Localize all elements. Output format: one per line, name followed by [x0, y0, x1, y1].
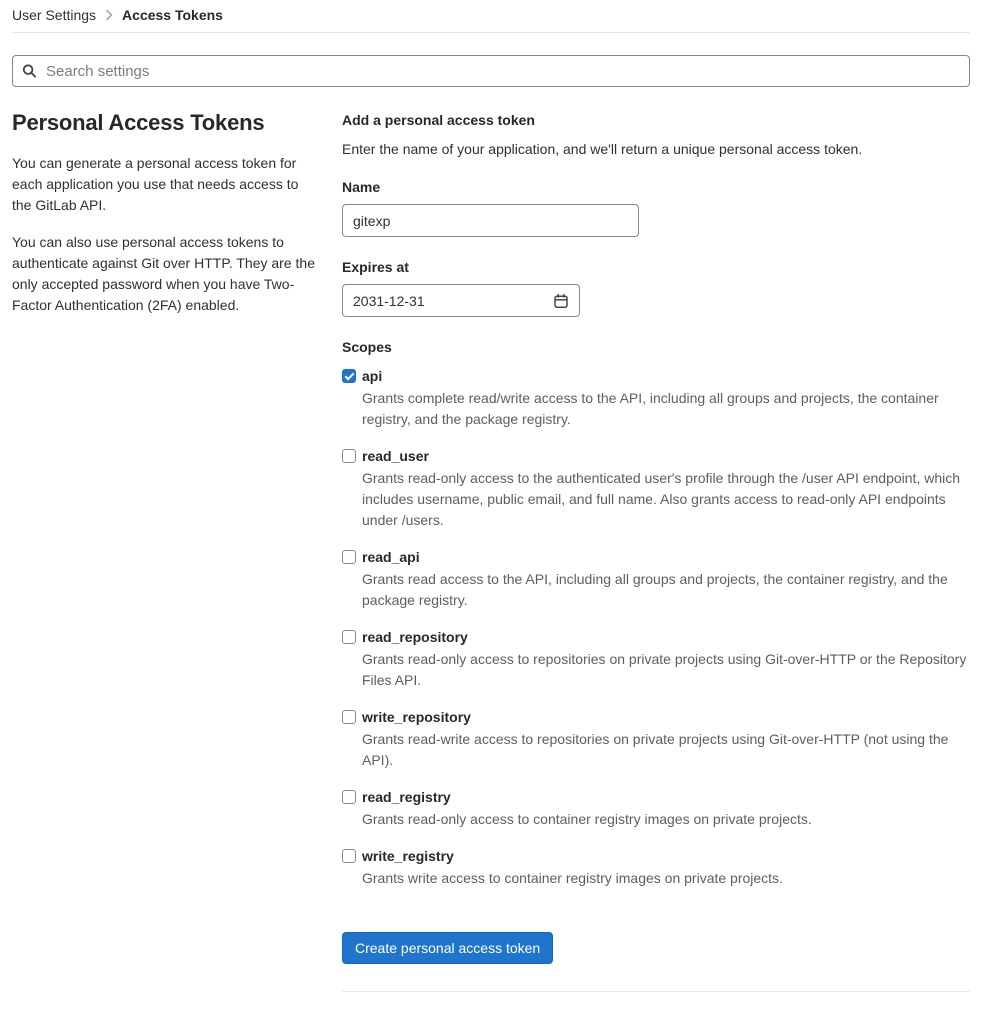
- scope-checkbox-read-registry[interactable]: [342, 790, 356, 804]
- content-columns: Personal Access Tokens You can generate …: [12, 110, 970, 992]
- scope-checkbox-read-repository[interactable]: [342, 630, 356, 644]
- scope-label-read-user[interactable]: read_user: [362, 448, 429, 464]
- scope-label-read-repository[interactable]: read_repository: [362, 629, 468, 645]
- section-description: Personal Access Tokens You can generate …: [12, 110, 342, 992]
- description-paragraph-2: You can also use personal access tokens …: [12, 234, 315, 313]
- scope-description-write-registry: Grants write access to container registr…: [362, 870, 783, 886]
- scope-checkbox-api[interactable]: [342, 369, 356, 383]
- scope-row-read-user: read_user Grants read-only access to the…: [342, 448, 970, 531]
- form-description: Enter the name of your application, and …: [342, 141, 863, 157]
- expires-field-group: Expires at: [342, 259, 970, 317]
- token-name-input[interactable]: [342, 204, 639, 237]
- scope-description-write-repository: Grants read-write access to repositories…: [362, 731, 949, 768]
- breadcrumb-access-tokens: Access Tokens: [122, 7, 223, 23]
- name-field-group: Name: [342, 179, 970, 237]
- scope-checkbox-read-user[interactable]: [342, 449, 356, 463]
- scope-row-api: api Grants complete read/write access to…: [342, 368, 970, 430]
- scope-checkbox-read-api[interactable]: [342, 550, 356, 564]
- scope-checkbox-write-repository[interactable]: [342, 710, 356, 724]
- description-paragraph-1: You can generate a personal access token…: [12, 155, 299, 213]
- scopes-label: Scopes: [342, 339, 392, 355]
- form-heading: Add a personal access token: [342, 112, 535, 128]
- scope-row-read-repository: read_repository Grants read-only access …: [342, 629, 970, 691]
- scope-checkbox-write-registry[interactable]: [342, 849, 356, 863]
- scope-description-read-repository: Grants read-only access to repositories …: [362, 651, 967, 688]
- settings-page: User Settings Access Tokens Personal Acc…: [0, 0, 993, 1012]
- search-bar: [12, 55, 970, 87]
- scope-row-write-registry: write_registry Grants write access to co…: [342, 848, 970, 889]
- scope-label-write-registry[interactable]: write_registry: [362, 848, 454, 864]
- scope-description-read-api: Grants read access to the API, including…: [362, 571, 948, 608]
- scope-label-api[interactable]: api: [362, 368, 382, 384]
- scope-description-read-user: Grants read-only access to the authentic…: [362, 470, 961, 528]
- create-token-button[interactable]: Create personal access token: [342, 932, 554, 964]
- header-divider: [12, 32, 970, 33]
- search-input[interactable]: [12, 55, 970, 87]
- scope-description-api: Grants complete read/write access to the…: [362, 390, 939, 427]
- breadcrumb-user-settings[interactable]: User Settings: [12, 7, 96, 23]
- scope-row-write-repository: write_repository Grants read-write acces…: [342, 709, 970, 771]
- breadcrumb: User Settings Access Tokens: [12, 0, 970, 23]
- expires-at-input[interactable]: [342, 284, 580, 317]
- scope-description-read-registry: Grants read-only access to container reg…: [362, 811, 812, 827]
- chevron-right-icon: [105, 9, 113, 21]
- name-label: Name: [342, 179, 381, 195]
- calendar-icon[interactable]: [553, 293, 569, 309]
- expires-label: Expires at: [342, 259, 409, 275]
- scope-row-read-api: read_api Grants read access to the API, …: [342, 549, 970, 611]
- scope-row-read-registry: read_registry Grants read-only access to…: [342, 789, 970, 830]
- scope-label-read-api[interactable]: read_api: [362, 549, 420, 565]
- page-title: Personal Access Tokens: [12, 110, 265, 135]
- scope-label-read-registry[interactable]: read_registry: [362, 789, 451, 805]
- form-bottom-divider: [342, 991, 970, 992]
- search-icon: [22, 64, 37, 79]
- token-form: Add a personal access token Enter the na…: [342, 110, 970, 992]
- scope-label-write-repository[interactable]: write_repository: [362, 709, 471, 725]
